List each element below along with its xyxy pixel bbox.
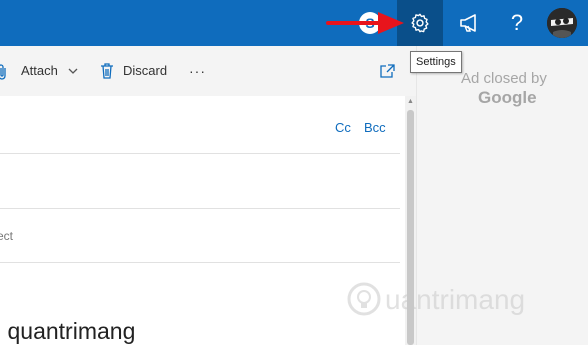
settings-tooltip: Settings (410, 51, 462, 73)
feedback-button[interactable] (451, 0, 491, 46)
paperclip-icon (0, 64, 6, 80)
popout-icon[interactable] (380, 64, 395, 78)
bcc-link[interactable]: Bcc (364, 120, 386, 135)
more-options-button[interactable]: ··· (189, 46, 206, 96)
subject-field-divider (0, 262, 400, 263)
scroll-up-icon[interactable]: ▲ (405, 98, 416, 105)
gear-icon (411, 13, 429, 33)
arrow-annotation (326, 12, 404, 34)
attach-button[interactable]: Attach (21, 46, 58, 96)
to-field-divider (0, 153, 400, 154)
help-icon: ? (510, 10, 524, 35)
lightbulb-icon (347, 282, 381, 316)
help-button[interactable]: ? (500, 0, 534, 46)
compose-toolbar: Attach Discard ··· (0, 46, 416, 96)
cc-field-divider (0, 208, 400, 209)
discard-button[interactable]: Discard (123, 46, 167, 96)
trash-icon (101, 63, 113, 79)
avatar[interactable] (547, 8, 577, 38)
ad-closed-text: Ad closed by (461, 70, 547, 87)
watermark-text: uantrimang (385, 284, 526, 315)
message-body[interactable]: l quantrimang (0, 318, 135, 345)
cc-link[interactable]: Cc (335, 120, 351, 135)
megaphone-icon (460, 14, 476, 32)
watermark: uantrimang (345, 278, 585, 328)
top-bar: S ? (0, 0, 588, 46)
chevron-down-icon[interactable] (68, 67, 78, 75)
ad-google-text: Google (478, 88, 537, 107)
subject-input[interactable]: ect (0, 229, 13, 243)
